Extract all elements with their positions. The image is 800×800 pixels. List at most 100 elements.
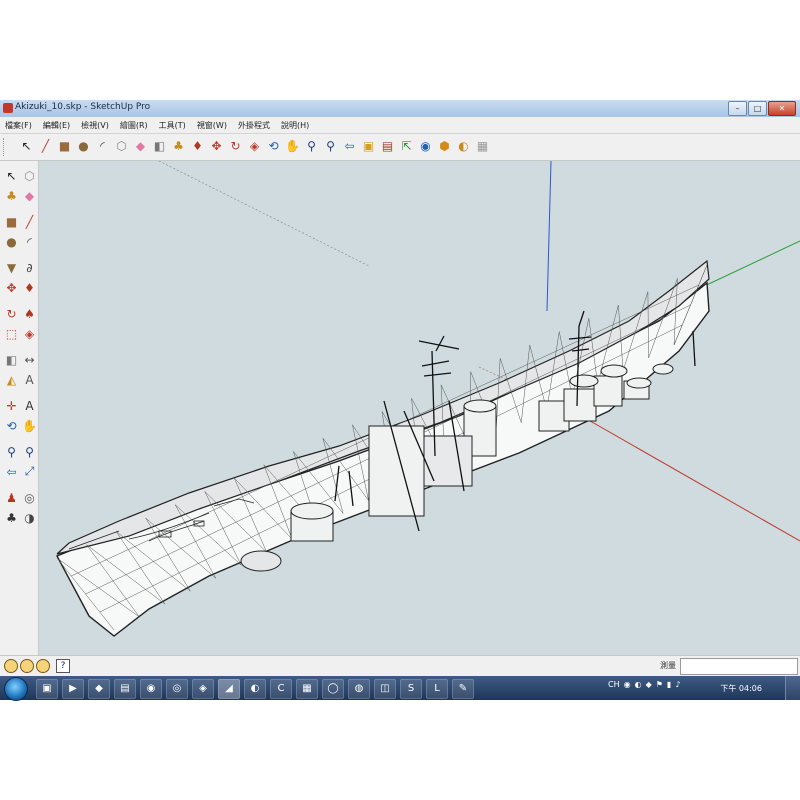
3d-text-tool-icon[interactable]: A (21, 397, 38, 414)
position-camera-tool-icon[interactable]: ♟ (3, 489, 20, 506)
paint-bucket-tool-icon[interactable]: ♣ (170, 138, 187, 155)
extension-warehouse-tool-icon[interactable]: ⬢ (436, 138, 453, 155)
show-desktop-button[interactable] (785, 676, 800, 700)
menu-item-4[interactable]: 工具(T) (154, 120, 192, 131)
menu-item-2[interactable]: 檢視(V) (76, 120, 115, 131)
tape-measure-tool-icon[interactable]: ◧ (151, 138, 168, 155)
menu-item-1[interactable]: 編輯(E) (38, 120, 76, 131)
eraser-tool-icon[interactable]: ◆ (21, 187, 38, 204)
polygon-tool-icon[interactable]: ▼ (3, 259, 20, 276)
zoom-window-tool-icon[interactable]: ⚲ (21, 443, 38, 460)
user-icon[interactable] (36, 659, 50, 673)
select-tool-icon[interactable]: ↖ (3, 167, 20, 184)
offset-tool-icon[interactable]: ◈ (21, 325, 38, 342)
text-tool-icon[interactable]: A (21, 371, 38, 388)
maximize-button[interactable]: □ (748, 101, 767, 116)
rotate-tool-icon[interactable]: ↻ (227, 138, 244, 155)
help-icon[interactable]: ? (56, 659, 70, 673)
style-builder-tool-icon[interactable]: ▦ (474, 138, 491, 155)
zoom-extents-tool-icon[interactable]: ⤢ (21, 463, 38, 480)
axes-tool-icon[interactable]: ✛ (3, 397, 20, 414)
pan-tool-icon[interactable]: ✋ (21, 417, 38, 434)
protractor-tool-icon[interactable]: ◭ (3, 371, 20, 388)
section-plane-tool-icon[interactable]: ◑ (21, 509, 38, 526)
circle-tool-icon[interactable]: ● (75, 138, 92, 155)
tape-measure-tool-icon[interactable]: ◧ (3, 351, 20, 368)
circle-tool-icon[interactable]: ● (3, 233, 20, 250)
tray-icon-2[interactable]: ◐ (635, 680, 642, 689)
zoom-tool-icon[interactable]: ⚲ (303, 138, 320, 155)
share-model-tool-icon[interactable]: ⇱ (398, 138, 415, 155)
freehand-tool-icon[interactable]: ∂ (21, 259, 38, 276)
tray-icon-4[interactable]: ⚑ (656, 680, 663, 689)
network-icon[interactable]: ▮ (667, 680, 671, 689)
components-tool-icon[interactable]: ▤ (379, 138, 396, 155)
orbit-tool-icon[interactable]: ⟲ (3, 417, 20, 434)
rotate-tool-icon[interactable]: ↻ (3, 305, 20, 322)
google-earth-tool-icon[interactable]: ◉ (417, 138, 434, 155)
move-tool-icon[interactable]: ✥ (208, 138, 225, 155)
make-component-tool-icon[interactable]: ⬡ (113, 138, 130, 155)
zoom-tool-icon[interactable]: ⚲ (3, 443, 20, 460)
taskbar-media-player-icon[interactable]: ▶ (62, 679, 84, 699)
taskbar-explorer-icon[interactable]: ▣ (36, 679, 58, 699)
taskbar-app-12-icon[interactable]: ◯ (322, 679, 344, 699)
line-tool-icon[interactable]: ╱ (37, 138, 54, 155)
previous-view-tool-icon[interactable]: ⇦ (3, 463, 20, 480)
warehouse-tool-icon[interactable]: ▣ (360, 138, 377, 155)
eraser-tool-icon[interactable]: ◆ (132, 138, 149, 155)
previous-view-tool-icon[interactable]: ⇦ (341, 138, 358, 155)
menu-item-3[interactable]: 繪圖(R) (115, 120, 154, 131)
taskbar-app-4-icon[interactable]: ▤ (114, 679, 136, 699)
tray-icon-1[interactable]: ◉ (624, 680, 631, 689)
select-tool-icon[interactable]: ↖ (18, 138, 35, 155)
scale-tool-icon[interactable]: ⬚ (3, 325, 20, 342)
taskbar-app-13-icon[interactable]: ◍ (348, 679, 370, 699)
paint-bucket-tool-icon[interactable]: ♣ (3, 187, 20, 204)
minimize-button[interactable]: – (728, 101, 747, 116)
pan-tool-icon[interactable]: ✋ (284, 138, 301, 155)
taskbar-app-5-icon[interactable]: ◉ (140, 679, 162, 699)
line-tool-icon[interactable]: ╱ (21, 213, 38, 230)
menu-item-7[interactable]: 說明(H) (276, 120, 315, 131)
move-tool-icon[interactable]: ✥ (3, 279, 20, 296)
layout-tool-icon[interactable]: ◐ (455, 138, 472, 155)
taskbar-app-11-icon[interactable]: ▦ (296, 679, 318, 699)
push-pull-tool-icon[interactable]: ♦ (21, 279, 38, 296)
geo-location-icon[interactable] (4, 659, 18, 673)
arc-tool-icon[interactable]: ◜ (21, 233, 38, 250)
taskbar-app-14-icon[interactable]: ◫ (374, 679, 396, 699)
volume-icon[interactable]: ♪ (675, 680, 680, 689)
taskbar-app-9-icon[interactable]: ◐ (244, 679, 266, 699)
toolbar-grip[interactable] (3, 138, 7, 156)
close-button[interactable]: ✕ (768, 101, 796, 116)
ship-model-drawing[interactable] (39, 161, 800, 655)
look-around-tool-icon[interactable]: ◎ (21, 489, 38, 506)
push-pull-tool-icon[interactable]: ♦ (189, 138, 206, 155)
taskbar-app-3-icon[interactable]: ◆ (88, 679, 110, 699)
measurements-input[interactable] (680, 658, 798, 675)
follow-me-tool-icon[interactable]: ♠ (21, 305, 38, 322)
menu-item-6[interactable]: 外掛程式 (233, 120, 276, 131)
taskbar-clock[interactable]: 下午 04:06 (720, 683, 762, 694)
model-viewport[interactable] (39, 161, 800, 655)
taskbar-skype-icon[interactable]: S (400, 679, 422, 699)
sketchup-app-icon[interactable] (3, 103, 13, 113)
zoom-extents-tool-icon[interactable]: ⚲ (322, 138, 339, 155)
taskbar-app-7-icon[interactable]: ◈ (192, 679, 214, 699)
walk-tool-icon[interactable]: ♣ (3, 509, 20, 526)
tray-icon-3[interactable]: ◆ (646, 680, 652, 689)
taskbar-line-icon[interactable]: L (426, 679, 448, 699)
rectangle-tool-icon[interactable]: ■ (56, 138, 73, 155)
offset-tool-icon[interactable]: ◈ (246, 138, 263, 155)
taskbar-app-6-icon[interactable]: ◎ (166, 679, 188, 699)
taskbar-app-17-icon[interactable]: ✎ (452, 679, 474, 699)
rectangle-tool-icon[interactable]: ■ (3, 213, 20, 230)
credits-icon[interactable] (20, 659, 34, 673)
taskbar-sketchup-icon[interactable]: ◢ (218, 679, 240, 699)
menu-item-5[interactable]: 視窗(W) (192, 120, 233, 131)
orbit-tool-icon[interactable]: ⟲ (265, 138, 282, 155)
menu-item-0[interactable]: 檔案(F) (0, 120, 38, 131)
dimension-tool-icon[interactable]: ↔ (21, 351, 38, 368)
arc-tool-icon[interactable]: ◜ (94, 138, 111, 155)
